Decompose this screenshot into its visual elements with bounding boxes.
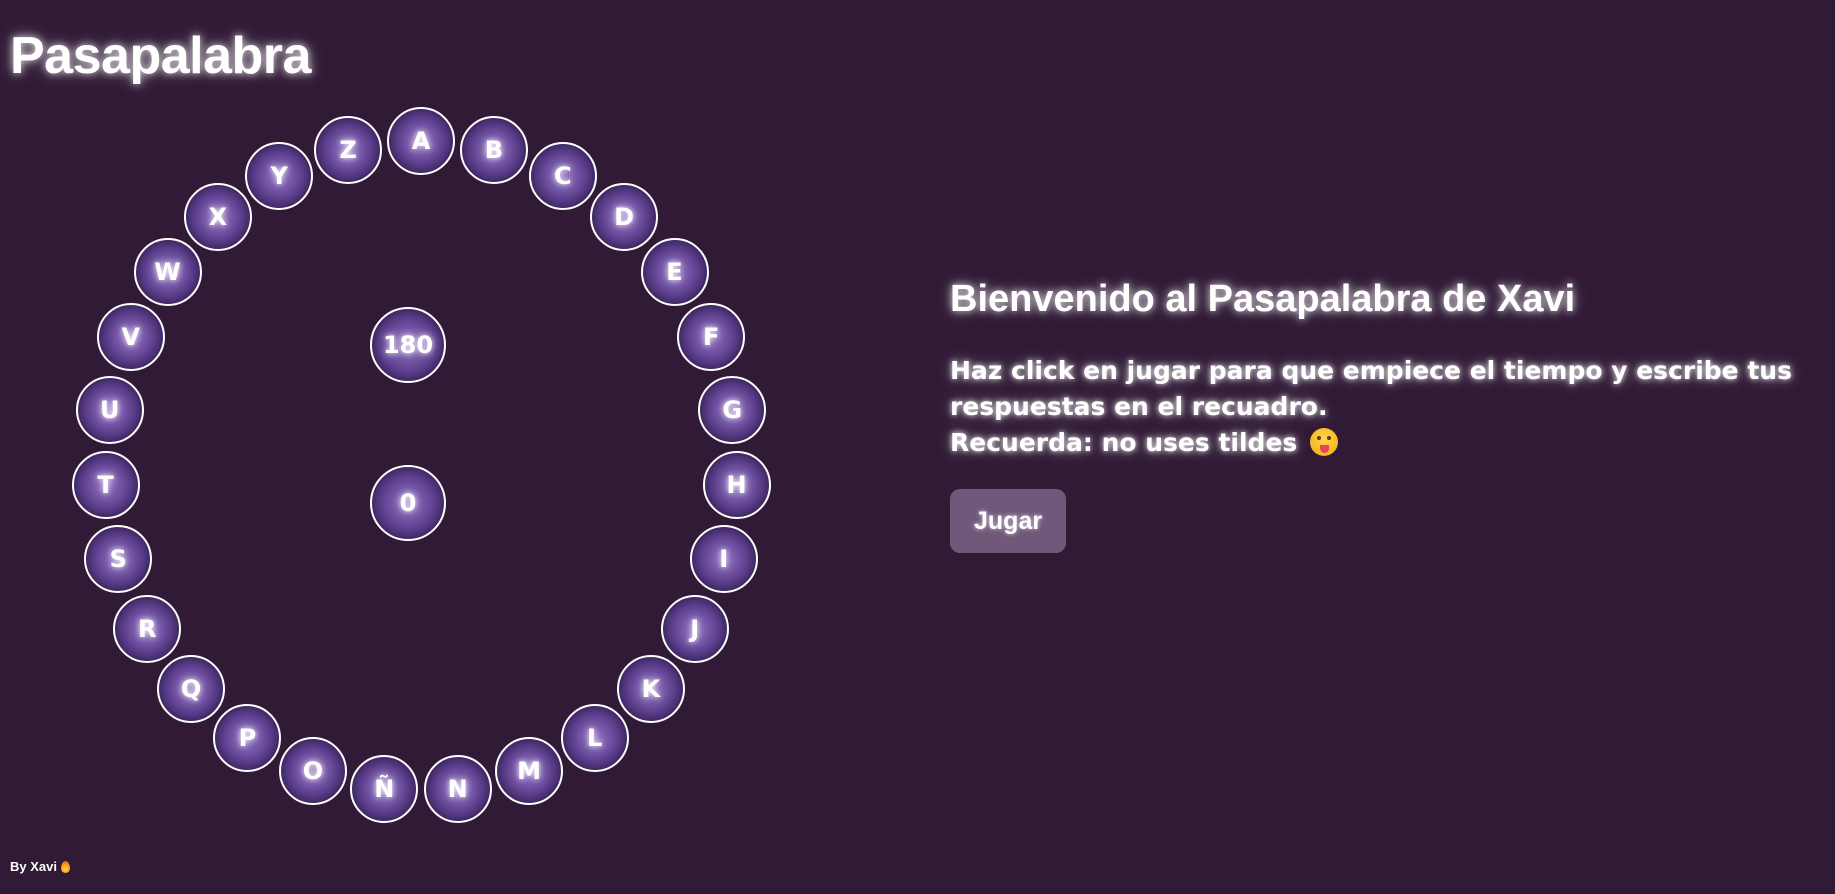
timer-counter: 180 [370, 307, 446, 383]
play-button[interactable]: Jugar [950, 489, 1067, 553]
rosco-letter-z: Z [314, 115, 383, 184]
rosco-letter-w: W [133, 237, 202, 306]
rosco-letter-y: Y [245, 141, 314, 210]
rosco-letter-c: C [528, 141, 597, 210]
rosco-letter-a: A [387, 107, 455, 175]
rosco-letter-t: T [71, 450, 140, 519]
welcome-heading: Bienvenido al Pasapalabra de Xavi [950, 278, 1576, 320]
rosco-letter-k: K [616, 655, 685, 723]
rosco-letter-b: B [459, 115, 528, 184]
instructions-line-1: Haz click en jugar para que empiece el t… [950, 356, 1792, 421]
footer-credit: By Xavi [10, 859, 70, 874]
rosco-letter-d: D [590, 183, 659, 251]
footer-credit-text: By Xavi [10, 859, 57, 874]
welcome-panel: Bienvenido al Pasapalabra de Xavi Haz cl… [950, 278, 1810, 553]
rosco-letter-u: U [75, 375, 144, 444]
rosco-letter-g: G [698, 375, 767, 444]
rosco-letter-e: E [640, 237, 709, 306]
instructions-text: Haz click en jugar para que empiece el t… [950, 353, 1810, 461]
score-counter: 0 [370, 465, 446, 541]
rosco-letter-s: S [84, 525, 153, 594]
rosco-letter-r: R [113, 594, 182, 663]
instructions-line-2: Recuerda: no uses tildes [950, 428, 1298, 457]
rosco-letter-m: M [495, 737, 564, 806]
rosco-letter-n: N [423, 754, 492, 823]
rosco-letter-q: Q [157, 655, 226, 723]
rosco-letter-x: X [183, 183, 252, 251]
tongue-wink-emoji-icon [1310, 428, 1339, 456]
rosco-letter-enye: Ñ [350, 754, 419, 823]
rosco-letter-o: O [278, 737, 347, 806]
rosco-letter-l: L [560, 703, 629, 772]
game-page: Pasapalabra 180 0 ABCDEFGHIJKLMNÑOPQRSTU… [0, 0, 1835, 894]
rosco-letter-p: P [213, 703, 282, 772]
rosco-letter-j: J [660, 594, 729, 663]
rosco-board: 180 0 ABCDEFGHIJKLMNÑOPQRSTUVWXYZ [0, 0, 800, 894]
rosco-letter-f: F [677, 303, 746, 372]
fire-icon [60, 861, 70, 873]
rosco-letter-v: V [96, 303, 165, 372]
rosco-letter-i: I [689, 525, 758, 594]
rosco-letter-h: H [702, 450, 771, 519]
